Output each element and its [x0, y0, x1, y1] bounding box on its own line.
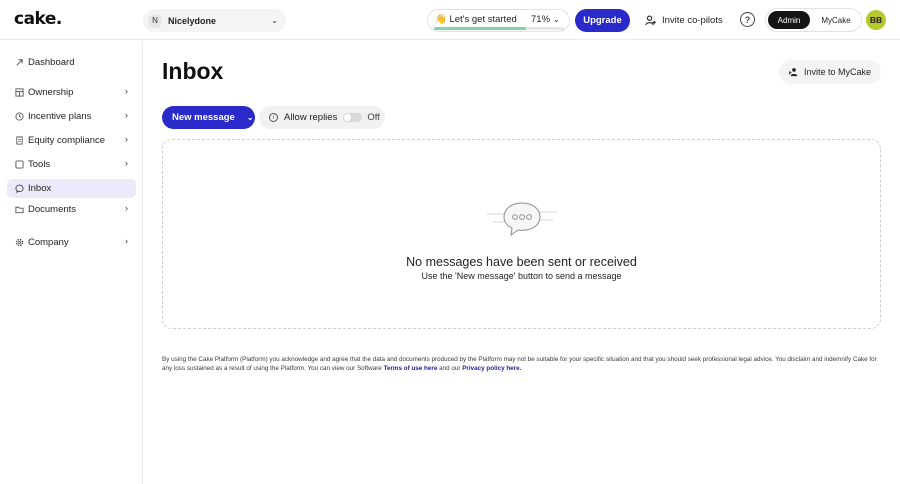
sidebar-item-tools[interactable]: Tools › — [7, 155, 136, 174]
sidebar-item-company[interactable]: Company › — [7, 233, 136, 252]
new-message-label: New message — [172, 112, 235, 123]
toggle-knob — [344, 114, 352, 121]
allow-replies-control: i Allow replies Off — [259, 106, 385, 129]
sidebar-item-incentive-plans[interactable]: Incentive plans › — [7, 107, 136, 126]
onboarding-label: 👋 Let's get started — [435, 14, 517, 25]
chevron-down-icon: ⌄ — [246, 113, 254, 122]
sidebar-item-label: Company — [28, 237, 69, 248]
folder-icon — [14, 205, 24, 215]
onboarding-progress[interactable]: 👋 Let's get started 71% ⌄ — [427, 9, 570, 32]
company-initial-badge: N — [148, 13, 162, 28]
top-bar: cake. N Nicelydone ⌄ 👋 Let's get started… — [0, 0, 900, 40]
sidebar-item-inbox[interactable]: Inbox — [7, 179, 136, 198]
allow-replies-label: Allow replies — [284, 112, 338, 123]
new-message-button[interactable]: New message ⌄ — [162, 106, 255, 129]
help-icon[interactable]: ? — [740, 12, 755, 27]
rocket-icon — [14, 58, 24, 68]
invite-to-mycake-label: Invite to MyCake — [803, 67, 872, 77]
terms-of-use-link[interactable]: Terms of use here — [384, 365, 438, 372]
chevron-down-icon: ⌄ — [553, 15, 560, 24]
company-selector[interactable]: N Nicelydone ⌄ — [143, 9, 286, 32]
sidebar-item-label: Equity compliance — [28, 135, 106, 146]
chevron-right-icon: › — [125, 158, 128, 168]
table-icon — [14, 88, 24, 98]
chat-bubble-icon — [487, 202, 557, 237]
upgrade-button[interactable]: Upgrade — [575, 9, 630, 32]
legal-and-our: and our — [439, 364, 461, 372]
chevron-right-icon: › — [125, 203, 128, 213]
avatar[interactable]: BB — [866, 10, 886, 30]
invite-to-mycake-button[interactable]: Invite to MyCake — [779, 60, 881, 84]
gear-icon — [14, 238, 24, 248]
invite-copilots-label: Invite co-pilots — [662, 15, 723, 26]
clock-icon — [14, 112, 24, 122]
chevron-right-icon: › — [125, 86, 128, 96]
chevron-right-icon: › — [125, 110, 128, 120]
chat-icon — [14, 184, 24, 194]
chevron-down-icon: ⌄ — [271, 16, 278, 25]
sidebar-item-label: Tools — [28, 159, 51, 170]
role-mycake-option[interactable]: MyCake — [814, 11, 858, 29]
sidebar-item-label: Dashboard — [28, 57, 75, 68]
wrench-icon — [14, 160, 24, 170]
allow-replies-state: Off — [367, 112, 380, 123]
company-name: Nicelydone — [168, 15, 217, 26]
allow-replies-toggle[interactable] — [343, 113, 363, 122]
empty-inbox-panel: No messages have been sent or received U… — [162, 139, 881, 329]
progress-track — [434, 27, 564, 30]
empty-state-title: No messages have been sent or received — [406, 255, 637, 269]
progress-fill — [434, 27, 527, 30]
page-title: Inbox — [162, 58, 224, 84]
chevron-right-icon: › — [125, 134, 128, 144]
privacy-policy-link[interactable]: Privacy policy here. — [462, 365, 521, 372]
info-icon[interactable]: i — [269, 113, 278, 122]
chevron-right-icon: › — [125, 236, 128, 246]
role-admin-option[interactable]: Admin — [768, 11, 810, 29]
legal-disclaimer: By using the Cake Platform (Platform) yo… — [162, 356, 882, 373]
sidebar-item-label: Ownership — [28, 87, 74, 98]
invite-copilots-button[interactable]: Invite co-pilots — [645, 9, 723, 32]
onboarding-percent: 71% — [531, 14, 551, 25]
add-user-icon — [788, 68, 798, 77]
cake-logo[interactable]: cake. — [14, 9, 62, 29]
empty-state-subtitle: Use the 'New message' button to send a m… — [421, 271, 622, 281]
document-icon — [14, 136, 24, 146]
sidebar: Dashboard Ownership › Incentive plans › … — [0, 41, 143, 484]
sidebar-item-equity-compliance[interactable]: Equity compliance › — [7, 131, 136, 150]
sidebar-item-documents[interactable]: Documents › — [7, 200, 136, 219]
sidebar-item-ownership[interactable]: Ownership › — [7, 83, 136, 102]
sidebar-item-dashboard[interactable]: Dashboard — [7, 53, 136, 72]
sidebar-item-label: Inbox — [28, 183, 52, 194]
add-user-icon — [645, 15, 656, 26]
role-toggle[interactable]: Admin MyCake — [765, 8, 862, 32]
sidebar-item-label: Documents — [28, 204, 77, 215]
sidebar-item-label: Incentive plans — [28, 111, 92, 122]
